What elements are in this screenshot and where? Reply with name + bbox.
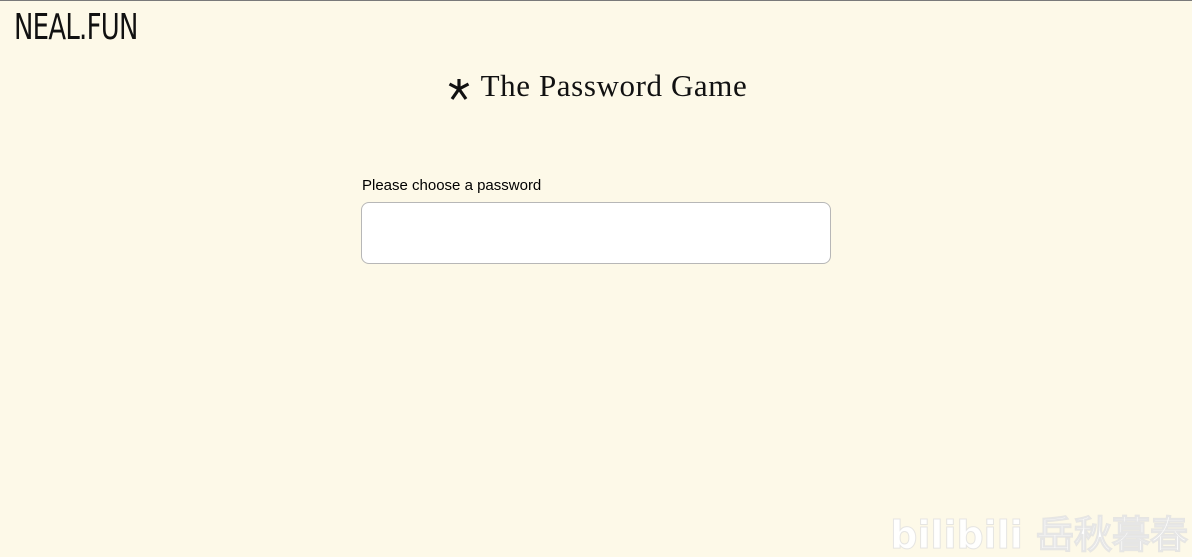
password-input[interactable] [361, 202, 831, 264]
top-border [0, 0, 1192, 1]
title-bar: The Password Game [0, 70, 1192, 101]
asterisk-icon [448, 78, 469, 100]
password-label: Please choose a password [362, 177, 542, 194]
watermark: bilibili 岳秋暮春 [890, 513, 1189, 557]
site-logo[interactable]: NEAL.FUN [14, 10, 138, 46]
title-group: The Password Game [447, 70, 748, 101]
page-title: The Password Game [480, 68, 748, 103]
